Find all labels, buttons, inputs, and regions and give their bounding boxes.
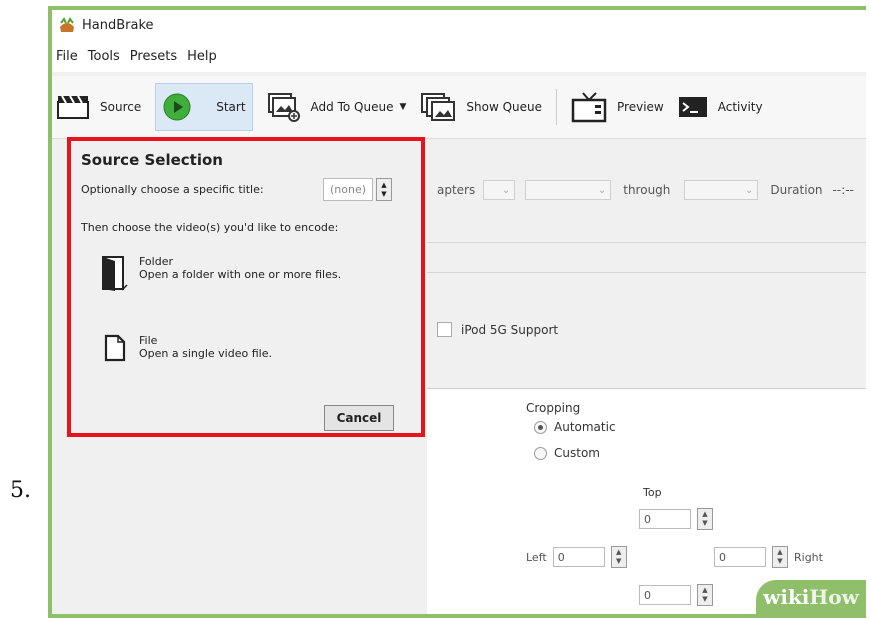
stepper-arrows-icon[interactable]: ▲ ▼ [697,508,713,530]
watermark-part2: How [809,585,859,609]
left-crop-input[interactable]: 0 [552,547,605,567]
stepper-arrows-icon[interactable]: ▲ ▼ [697,584,713,606]
folder-icon [102,256,128,291]
left-label: Left [526,550,547,564]
cancel-button[interactable]: Cancel [324,405,394,431]
folder-desc: Open a folder with one or more files. [139,268,342,281]
file-option[interactable]: File Open a single video file. [101,334,272,362]
left-crop-stepper[interactable]: Left 0 ▲ ▼ [526,546,627,568]
wikihow-watermark: wiki How [756,580,866,614]
activity-label: Activity [717,100,763,114]
top-crop-input[interactable]: 0 [639,509,691,529]
chapters-end-select[interactable]: ⌄ [684,180,759,200]
add-to-queue-label: Add To Queue [310,100,394,114]
menu-bar: File Tools Presets Help [52,40,866,72]
source-selection-dialog: Source Selection Optionally choose a spe… [67,137,425,437]
dropdown-arrow-icon[interactable]: ▼ [399,102,406,112]
folder-option[interactable]: Folder Open a folder with one or more fi… [101,255,341,291]
show-queue-button[interactable]: Show Queue [420,83,542,131]
start-button[interactable]: Start [155,83,253,131]
choose-prompt: Then choose the video(s) you'd like to e… [81,221,339,234]
duration-label: Duration [770,183,823,197]
menu-file[interactable]: File [56,49,78,64]
through-label: through [623,183,671,197]
top-crop-stepper[interactable]: 0 ▲ ▼ [639,508,713,530]
chapters-range-select[interactable]: ⌄ [525,180,612,200]
chapters-label: apters [437,183,476,197]
dialog-title: Source Selection [81,151,223,169]
chapters-start-select[interactable]: ⌄ [483,180,516,200]
stepper-arrows-icon[interactable]: ▲ ▼ [772,546,788,568]
title-select-value[interactable]: (none) [323,178,373,201]
file-desc: Open a single video file. [139,347,272,360]
automatic-label: Automatic [554,420,616,434]
play-icon [163,93,191,121]
toolbar-separator [556,89,558,125]
custom-label: Custom [554,446,600,460]
cropping-label: Cropping [526,401,581,415]
activity-button[interactable]: Activity [678,83,763,131]
menu-presets[interactable]: Presets [130,49,177,64]
window-title: HandBrake [82,17,154,33]
top-label: Top [643,486,662,499]
add-queue-icon [267,93,300,122]
preview-label: Preview [617,100,664,114]
toolbar: Source Start Add To Queue ▼ Show Queue P… [52,76,866,139]
menu-help[interactable]: Help [187,49,217,64]
stepper-arrows-icon[interactable]: ▲ ▼ [376,178,392,201]
title-prompt: Optionally choose a specific title: [81,183,264,196]
title-bar: HandBrake [52,10,866,40]
start-label: Start [216,100,246,114]
right-crop-input[interactable]: 0 [714,547,766,567]
right-label: Right [794,550,823,564]
screenshot-frame: HandBrake File Tools Presets Help Source [48,6,866,618]
title-select-stepper[interactable]: (none) ▲ ▼ [323,178,392,201]
menu-tools[interactable]: Tools [88,49,120,64]
handbrake-logo-icon [60,17,74,32]
chapters-row: apters ⌄ ⌄ through ⌄ Duration --:-- [437,180,854,200]
radio-automatic[interactable] [534,421,547,434]
ipod-support-checkbox[interactable] [437,322,452,337]
preview-button[interactable]: Preview [571,83,664,131]
bottom-crop-input[interactable]: 0 [639,585,691,605]
watermark-part1: wiki [763,585,810,609]
source-button[interactable]: Source [56,83,141,131]
handbrake-window: HandBrake File Tools Presets Help Source [52,10,866,614]
right-crop-stepper[interactable]: 0 ▲ ▼ Right [714,546,823,568]
show-queue-label: Show Queue [466,100,543,114]
tv-icon [571,92,607,123]
file-icon [104,334,126,362]
folder-title: Folder [139,255,173,268]
radio-custom[interactable] [534,447,547,460]
crop-automatic-option[interactable]: Automatic [534,420,616,434]
duration-value: --:-- [832,183,854,197]
step-number: 5. [10,478,31,503]
crop-custom-option[interactable]: Custom [534,446,600,460]
stepper-arrows-icon[interactable]: ▲ ▼ [610,546,627,568]
ipod-support-label: iPod 5G Support [461,322,559,337]
bottom-crop-stepper[interactable]: 0 ▲ ▼ [639,584,713,606]
ipod-support-row[interactable]: iPod 5G Support [437,322,558,337]
divider [427,242,866,243]
add-to-queue-button[interactable]: Add To Queue ▼ [267,83,406,131]
source-label: Source [100,100,142,114]
show-queue-icon [421,93,456,121]
terminal-icon [678,97,707,117]
file-title: File [139,334,158,347]
clapperboard-icon [57,95,89,119]
divider [427,272,866,273]
